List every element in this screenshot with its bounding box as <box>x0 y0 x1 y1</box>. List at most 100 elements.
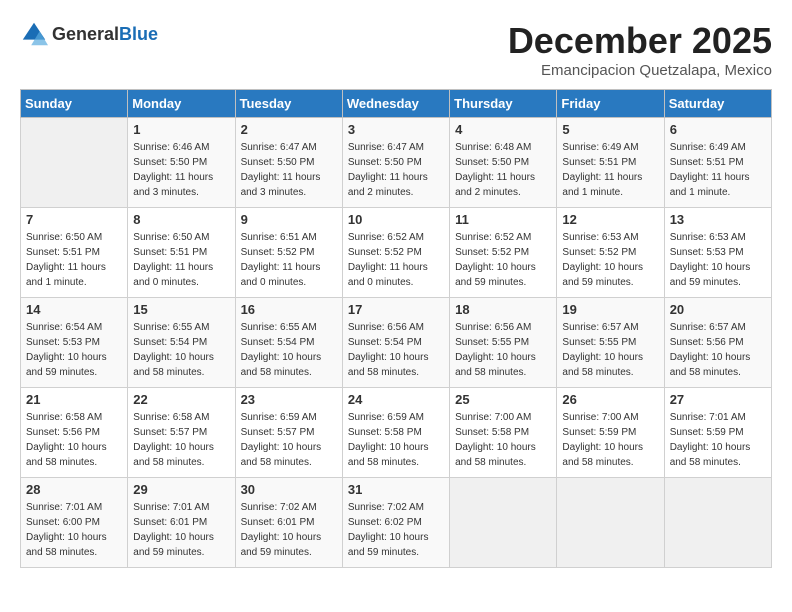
logo-icon <box>20 20 48 48</box>
day-info: Sunrise: 7:01 AM Sunset: 6:01 PM Dayligh… <box>133 500 229 560</box>
day-info: Sunrise: 6:57 AM Sunset: 5:55 PM Dayligh… <box>562 320 658 380</box>
day-info: Sunrise: 6:50 AM Sunset: 5:51 PM Dayligh… <box>26 230 122 290</box>
day-number: 1 <box>133 122 229 137</box>
day-info: Sunrise: 6:53 AM Sunset: 5:52 PM Dayligh… <box>562 230 658 290</box>
day-number: 20 <box>670 302 766 317</box>
month-title: December 2025 <box>508 20 772 62</box>
weekday-header-cell: Wednesday <box>342 90 449 118</box>
calendar-cell: 4 Sunrise: 6:48 AM Sunset: 5:50 PM Daylig… <box>450 118 557 208</box>
calendar-cell: 11Sunrise: 6:52 AM Sunset: 5:52 PM Dayli… <box>450 208 557 298</box>
day-info: Sunrise: 6:54 AM Sunset: 5:53 PM Dayligh… <box>26 320 122 380</box>
day-info: Sunrise: 6:56 AM Sunset: 5:55 PM Dayligh… <box>455 320 551 380</box>
calendar-cell: 2 Sunrise: 6:47 AM Sunset: 5:50 PM Daylig… <box>235 118 342 208</box>
day-number: 5 <box>562 122 658 137</box>
day-info: Sunrise: 6:48 AM Sunset: 5:50 PM Dayligh… <box>455 140 551 200</box>
day-info: Sunrise: 7:01 AM Sunset: 5:59 PM Dayligh… <box>670 410 766 470</box>
day-number: 6 <box>670 122 766 137</box>
calendar-cell: 5Sunrise: 6:49 AM Sunset: 5:51 PM Daylig… <box>557 118 664 208</box>
logo-text-blue: Blue <box>119 24 158 44</box>
day-number: 28 <box>26 482 122 497</box>
weekday-header-cell: Friday <box>557 90 664 118</box>
day-info: Sunrise: 6:51 AM Sunset: 5:52 PM Dayligh… <box>241 230 337 290</box>
calendar-cell: 24Sunrise: 6:59 AM Sunset: 5:58 PM Dayli… <box>342 388 449 478</box>
calendar-cell: 1Sunrise: 6:46 AM Sunset: 5:50 PM Daylig… <box>128 118 235 208</box>
calendar-cell: 27 Sunrise: 7:01 AM Sunset: 5:59 PM Dayli… <box>664 388 771 478</box>
day-info: Sunrise: 6:58 AM Sunset: 5:56 PM Dayligh… <box>26 410 122 470</box>
calendar-cell: 19 Sunrise: 6:57 AM Sunset: 5:55 PM Dayli… <box>557 298 664 388</box>
day-info: Sunrise: 6:52 AM Sunset: 5:52 PM Dayligh… <box>348 230 444 290</box>
title-block: December 2025 Emancipacion Quetzalapa, M… <box>508 20 772 79</box>
day-info: Sunrise: 7:01 AM Sunset: 6:00 PM Dayligh… <box>26 500 122 560</box>
day-number: 23 <box>241 392 337 407</box>
calendar-cell: 14Sunrise: 6:54 AM Sunset: 5:53 PM Dayli… <box>21 298 128 388</box>
day-info: Sunrise: 6:56 AM Sunset: 5:54 PM Dayligh… <box>348 320 444 380</box>
weekday-header-cell: Saturday <box>664 90 771 118</box>
day-number: 19 <box>562 302 658 317</box>
weekday-header-cell: Tuesday <box>235 90 342 118</box>
day-info: Sunrise: 6:53 AM Sunset: 5:53 PM Dayligh… <box>670 230 766 290</box>
calendar-cell: 18 Sunrise: 6:56 AM Sunset: 5:55 PM Dayli… <box>450 298 557 388</box>
day-info: Sunrise: 6:47 AM Sunset: 5:50 PM Dayligh… <box>241 140 337 200</box>
day-info: Sunrise: 6:47 AM Sunset: 5:50 PM Dayligh… <box>348 140 444 200</box>
day-info: Sunrise: 7:02 AM Sunset: 6:01 PM Dayligh… <box>241 500 337 560</box>
calendar-cell: 20 Sunrise: 6:57 AM Sunset: 5:56 PM Dayli… <box>664 298 771 388</box>
calendar-cell: 22 Sunrise: 6:58 AM Sunset: 5:57 PM Dayli… <box>128 388 235 478</box>
weekday-header-cell: Monday <box>128 90 235 118</box>
calendar-cell <box>21 118 128 208</box>
calendar-table: SundayMondayTuesdayWednesdayThursdayFrid… <box>20 89 772 568</box>
calendar-cell: 23 Sunrise: 6:59 AM Sunset: 5:57 PM Dayli… <box>235 388 342 478</box>
day-info: Sunrise: 6:58 AM Sunset: 5:57 PM Dayligh… <box>133 410 229 470</box>
day-number: 27 <box>670 392 766 407</box>
calendar-week-row: 14Sunrise: 6:54 AM Sunset: 5:53 PM Dayli… <box>21 298 772 388</box>
logo-text-general: General <box>52 24 119 44</box>
day-number: 8 <box>133 212 229 227</box>
day-number: 4 <box>455 122 551 137</box>
calendar-cell: 9 Sunrise: 6:51 AM Sunset: 5:52 PM Daylig… <box>235 208 342 298</box>
calendar-week-row: 21Sunrise: 6:58 AM Sunset: 5:56 PM Dayli… <box>21 388 772 478</box>
calendar-cell <box>557 478 664 568</box>
day-number: 18 <box>455 302 551 317</box>
calendar-cell: 31 Sunrise: 7:02 AM Sunset: 6:02 PM Dayli… <box>342 478 449 568</box>
day-number: 12 <box>562 212 658 227</box>
calendar-cell: 6 Sunrise: 6:49 AM Sunset: 5:51 PM Daylig… <box>664 118 771 208</box>
day-number: 26 <box>562 392 658 407</box>
day-info: Sunrise: 6:57 AM Sunset: 5:56 PM Dayligh… <box>670 320 766 380</box>
day-number: 31 <box>348 482 444 497</box>
weekday-header-cell: Sunday <box>21 90 128 118</box>
calendar-cell: 8 Sunrise: 6:50 AM Sunset: 5:51 PM Daylig… <box>128 208 235 298</box>
weekday-header-row: SundayMondayTuesdayWednesdayThursdayFrid… <box>21 90 772 118</box>
day-info: Sunrise: 6:50 AM Sunset: 5:51 PM Dayligh… <box>133 230 229 290</box>
calendar-week-row: 1Sunrise: 6:46 AM Sunset: 5:50 PM Daylig… <box>21 118 772 208</box>
calendar-cell: 3 Sunrise: 6:47 AM Sunset: 5:50 PM Daylig… <box>342 118 449 208</box>
calendar-cell: 13Sunrise: 6:53 AM Sunset: 5:53 PM Dayli… <box>664 208 771 298</box>
calendar-cell: 25Sunrise: 7:00 AM Sunset: 5:58 PM Dayli… <box>450 388 557 478</box>
calendar-cell: 21Sunrise: 6:58 AM Sunset: 5:56 PM Dayli… <box>21 388 128 478</box>
day-number: 3 <box>348 122 444 137</box>
day-number: 2 <box>241 122 337 137</box>
calendar-cell: 29Sunrise: 7:01 AM Sunset: 6:01 PM Dayli… <box>128 478 235 568</box>
day-info: Sunrise: 7:00 AM Sunset: 5:58 PM Dayligh… <box>455 410 551 470</box>
weekday-header-cell: Thursday <box>450 90 557 118</box>
day-info: Sunrise: 6:55 AM Sunset: 5:54 PM Dayligh… <box>133 320 229 380</box>
calendar-cell: 10 Sunrise: 6:52 AM Sunset: 5:52 PM Dayli… <box>342 208 449 298</box>
day-info: Sunrise: 7:02 AM Sunset: 6:02 PM Dayligh… <box>348 500 444 560</box>
calendar-body: 1Sunrise: 6:46 AM Sunset: 5:50 PM Daylig… <box>21 118 772 568</box>
calendar-cell: 30 Sunrise: 7:02 AM Sunset: 6:01 PM Dayli… <box>235 478 342 568</box>
day-number: 17 <box>348 302 444 317</box>
day-number: 30 <box>241 482 337 497</box>
day-number: 9 <box>241 212 337 227</box>
calendar-cell <box>664 478 771 568</box>
day-info: Sunrise: 6:55 AM Sunset: 5:54 PM Dayligh… <box>241 320 337 380</box>
day-info: Sunrise: 7:00 AM Sunset: 5:59 PM Dayligh… <box>562 410 658 470</box>
day-number: 15 <box>133 302 229 317</box>
logo: GeneralBlue <box>20 20 158 48</box>
day-number: 10 <box>348 212 444 227</box>
calendar-cell: 26 Sunrise: 7:00 AM Sunset: 5:59 PM Dayli… <box>557 388 664 478</box>
calendar-cell: 28 Sunrise: 7:01 AM Sunset: 6:00 PM Dayli… <box>21 478 128 568</box>
day-info: Sunrise: 6:59 AM Sunset: 5:57 PM Dayligh… <box>241 410 337 470</box>
calendar-week-row: 28 Sunrise: 7:01 AM Sunset: 6:00 PM Dayli… <box>21 478 772 568</box>
day-info: Sunrise: 6:49 AM Sunset: 5:51 PM Dayligh… <box>670 140 766 200</box>
day-number: 22 <box>133 392 229 407</box>
calendar-cell: 16Sunrise: 6:55 AM Sunset: 5:54 PM Dayli… <box>235 298 342 388</box>
day-info: Sunrise: 6:59 AM Sunset: 5:58 PM Dayligh… <box>348 410 444 470</box>
